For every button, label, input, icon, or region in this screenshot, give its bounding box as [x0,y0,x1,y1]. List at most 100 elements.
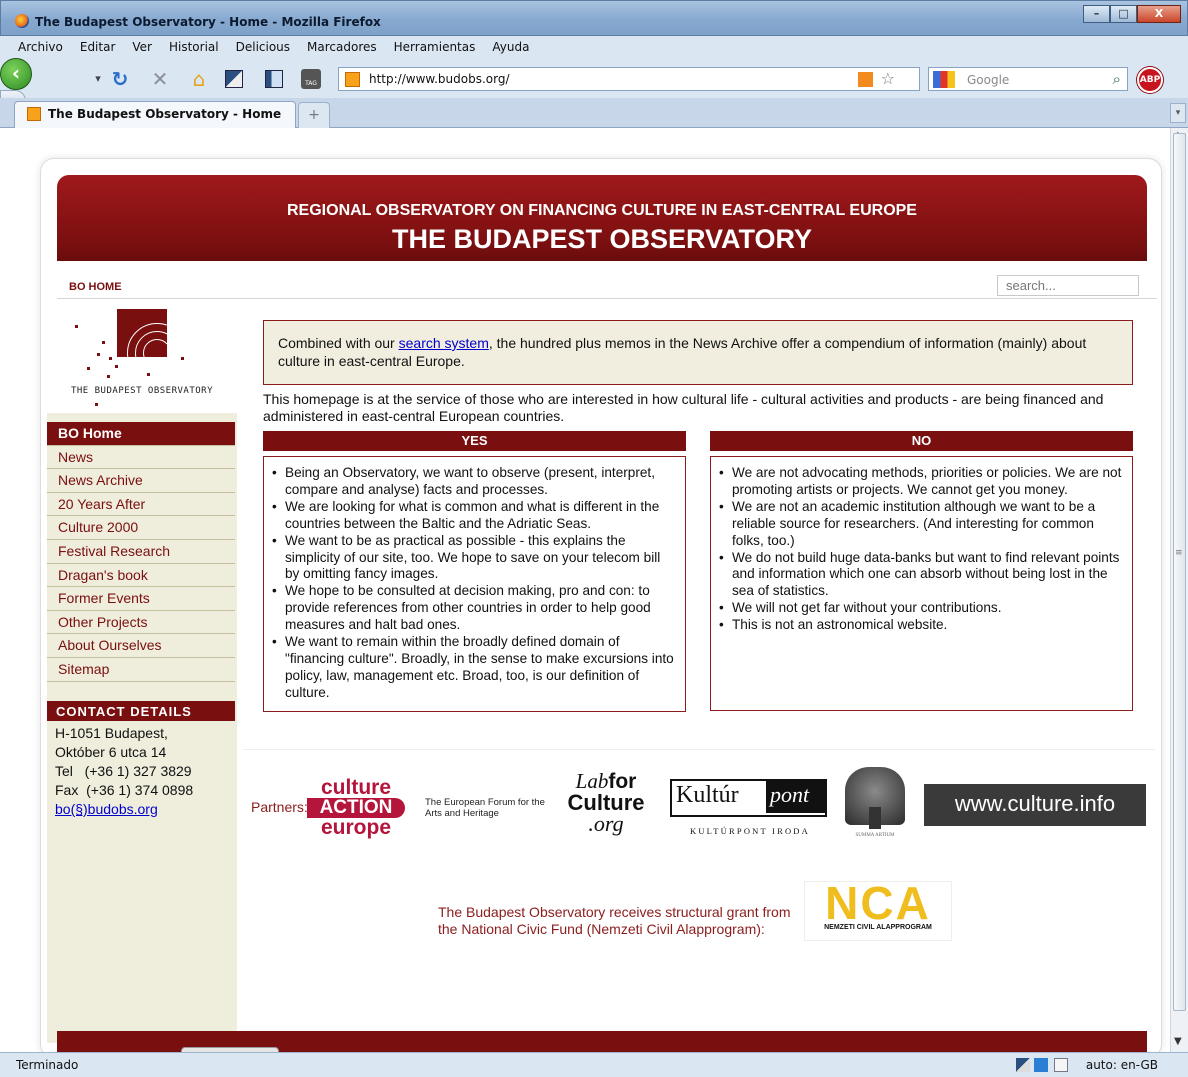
window-titlebar: The Budapest Observatory - Home - Mozill… [0,0,1188,36]
bookmark-star-icon[interactable]: ☆ [881,69,895,88]
sync-icon[interactable] [1016,1058,1030,1072]
reload-icon[interactable]: ↻ [108,67,132,91]
intro-text-start: Combined with our [278,335,399,351]
back-button[interactable]: ‹ [0,58,32,90]
no-item: We will not get far without your contrib… [719,600,1122,617]
url-bar[interactable]: http://www.budobs.org/ ☆ [338,67,920,91]
yes-body: Being an Observatory, we want to observe… [263,456,686,712]
www-culture-info-logo[interactable]: www.culture.info [924,784,1146,826]
efah-logo[interactable]: The European Forum for the Arts and Heri… [425,797,555,819]
yes-item: We hope to be consulted at decision maki… [272,583,675,634]
observatory-logo: THE BUDAPEST OBSERVATORY [47,301,237,413]
summa-artium-tree-logo[interactable]: SUMMA ARTIUM [843,767,907,845]
logo-square [117,309,167,357]
sidebar-icon[interactable] [262,67,286,91]
grant-text: The Budapest Observatory receives struct… [438,904,791,937]
rss-feed-icon[interactable] [858,72,873,87]
close-button[interactable]: X [1137,5,1181,23]
sidebar-item-news[interactable]: News [47,446,235,470]
maximize-button[interactable]: □ [1110,5,1137,23]
left-sidebar: THE BUDAPEST OBSERVATORY BO Home News Ne… [47,301,237,1043]
menu-herramientas[interactable]: Herramientas [394,40,476,54]
sidebar-item-20-years-after[interactable]: 20 Years After [47,493,235,517]
history-dropdown-icon[interactable]: ▾ [86,67,110,91]
search-system-link[interactable]: search system [399,335,489,351]
sidebar-item-news-archive[interactable]: News Archive [47,469,235,493]
tab-budapest-observatory[interactable]: The Budapest Observatory - Home [14,101,296,128]
pont-word: pont [766,779,825,813]
bo-home-link[interactable]: BO HOME [69,281,122,293]
no-header: NO [710,431,1133,451]
scrollbar-thumb[interactable] [1173,133,1186,1011]
top-navigation: BO HOME search... [57,271,1157,299]
menu-editar[interactable]: Editar [80,40,116,54]
search-bar[interactable]: Google ⌕ [928,67,1128,91]
contact-address-line1: H-1051 Budapest, [55,725,168,741]
nca-letters: NCA [825,877,931,929]
menu-marcadores[interactable]: Marcadores [307,40,377,54]
contact-header: CONTACT DETAILS [47,701,235,721]
tag-icon[interactable]: TAG [299,67,323,91]
snowflake-icon[interactable] [1034,1058,1048,1072]
intro-box: Combined with our search system, the hun… [263,320,1133,385]
language-indicator[interactable]: auto: en-GB [1086,1058,1158,1072]
sidebar-item-culture-2000[interactable]: Culture 2000 [47,516,235,540]
menu-archivo[interactable]: Archivo [18,40,63,54]
sidebar-item-dragans-book[interactable]: Dragan's book [47,564,235,588]
yes-item: Being an Observatory, we want to observe… [272,465,675,499]
sidebar-item-sitemap[interactable]: Sitemap [47,658,235,682]
bookmark-toolbar-icon[interactable] [222,67,246,91]
menubar: Archivo Editar Ver Historial Delicious M… [0,36,1188,58]
kulturpont-iroda: KULTÚRPONT IRODA [690,826,810,836]
google-engine-icon[interactable] [933,71,955,88]
contact-fax: Fax (+36 1) 374 0898 [55,782,194,798]
adblock-plus-icon[interactable]: ABP [1137,67,1163,93]
tree-trunk [869,807,881,829]
status-text: Terminado [16,1058,79,1072]
menu-historial[interactable]: Historial [169,40,219,54]
stop-icon[interactable]: ✕ [148,67,172,91]
sidebar-item-former-events[interactable]: Former Events [47,587,235,611]
back-arrow-icon: ‹ [11,61,21,85]
vertical-scrollbar[interactable]: ▲ ≡ ▼ [1170,128,1188,1052]
page-viewport: REGIONAL OBSERVATORY ON FINANCING CULTUR… [0,128,1170,1052]
logo-text: THE BUDAPEST OBSERVATORY [70,386,214,396]
no-item: We are not an academic institution altho… [719,499,1122,550]
search-icon[interactable]: ⌕ [1113,70,1121,88]
kulturpont-logo[interactable]: Kultúr pont KULTÚRPONT IRODA [670,779,830,841]
culture-action-europe-logo[interactable]: culture ACTION europe [307,777,405,838]
window-controls: – □ X [1083,5,1181,23]
site-search-input[interactable]: search... [997,275,1139,296]
sidebar-menu: BO Home News News Archive 20 Years After… [47,422,235,682]
lead-paragraph: This homepage is at the service of those… [263,391,1104,424]
yes-panel: YES Being an Observatory, we want to obs… [263,431,686,712]
mail-icon[interactable] [1054,1058,1068,1072]
no-item: We are not advocating methods, prioritie… [719,465,1122,499]
partners-section: Partners: culture ACTION europe The Euro… [243,749,1155,1041]
tab-title: The Budapest Observatory - Home [48,107,282,121]
contact-email-link[interactable]: bo(§)budobs.org [47,800,235,819]
menu-ayuda[interactable]: Ayuda [492,40,529,54]
url-text: http://www.budobs.org/ [369,72,510,86]
minimize-button[interactable]: – [1083,5,1110,23]
scrollbar-grip-icon: ≡ [1175,548,1183,558]
lab-for-culture-logo[interactable]: Labfor Culture .org [556,771,656,839]
status-bar: Terminado auto: en-GB [0,1052,1188,1077]
home-icon[interactable]: ⌂ [187,67,211,91]
banner-title: THE BUDAPEST OBSERVATORY [391,224,813,254]
page-container: REGIONAL OBSERVATORY ON FINANCING CULTUR… [40,158,1162,1052]
sidebar-item-about-ourselves[interactable]: About Ourselves [47,634,235,658]
nca-logo[interactable]: NCA NEMZETI CIVIL ALAPPROGRAM [804,877,952,941]
no-body: We are not advocating methods, prioritie… [710,456,1133,711]
org-word: .org [588,811,624,836]
tab-list-icon[interactable]: ▾ [1170,103,1186,123]
sidebar-item-festival-research[interactable]: Festival Research [47,540,235,564]
sidebar-item-bo-home[interactable]: BO Home [47,422,235,446]
yes-item: We are looking for what is common and wh… [272,499,675,533]
navigation-toolbar: ‹ › ▾ ↻ ✕ ⌂ TAG http://www.budobs.org/ ☆… [0,58,1188,112]
menu-ver[interactable]: Ver [132,40,152,54]
sidebar-item-other-projects[interactable]: Other Projects [47,611,235,635]
new-tab-button[interactable]: + [298,102,330,128]
menu-delicious[interactable]: Delicious [236,40,290,54]
scroll-down-arrow-icon[interactable]: ▼ [1174,1036,1182,1047]
